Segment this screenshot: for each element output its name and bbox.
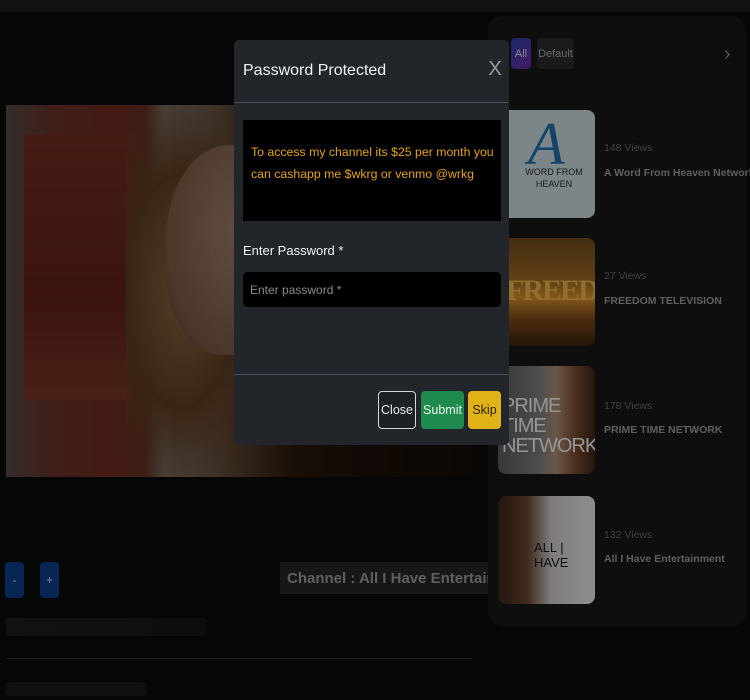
payment-notice-text: To access my channel its $25 per month y…: [251, 145, 494, 181]
password-label: Enter Password *: [243, 243, 344, 258]
payment-notice: To access my channel its $25 per month y…: [243, 120, 501, 221]
password-input[interactable]: [243, 272, 501, 307]
modal-footer-divider: [234, 374, 509, 375]
skip-button[interactable]: Skip: [468, 391, 501, 429]
submit-button[interactable]: Submit: [421, 391, 464, 429]
close-button[interactable]: Close: [378, 391, 416, 429]
close-icon[interactable]: X: [488, 59, 502, 79]
modal-title: Password Protected: [243, 62, 387, 79]
modal-header-divider: [234, 102, 509, 103]
password-modal: Password Protected X To access my channe…: [234, 40, 509, 445]
